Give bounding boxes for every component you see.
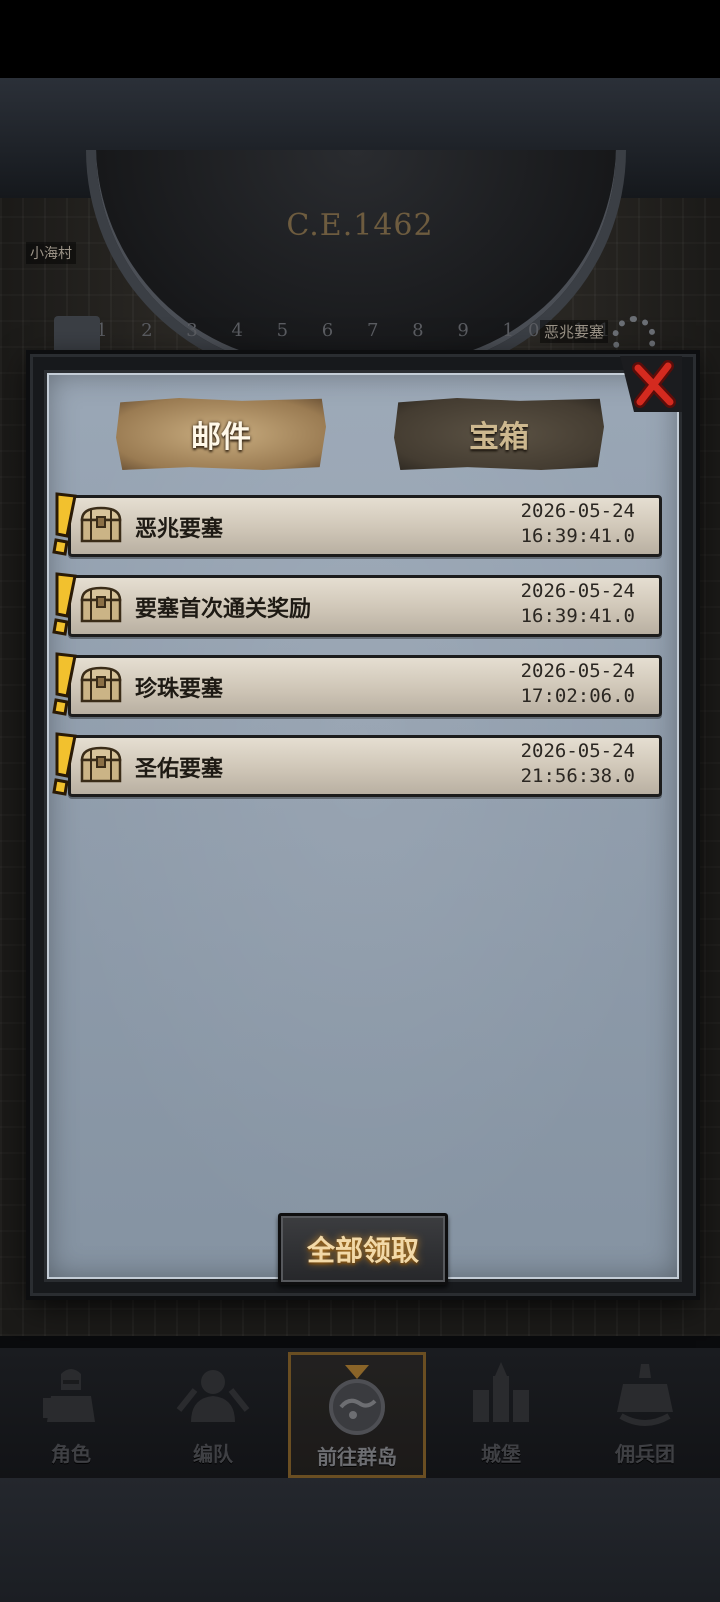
mail-time: 16:39:41.0 <box>520 605 635 627</box>
mail-item[interactable]: 圣佑要塞 2026-05-24 21:56:38.0 <box>52 732 662 797</box>
era-label: C.E.1462 <box>286 208 434 243</box>
hourglass-icon <box>54 316 100 356</box>
close-button[interactable] <box>620 356 682 412</box>
mail-item[interactable]: 珍珠要塞 2026-05-24 17:02:06.0 <box>52 652 662 717</box>
nav-label: 角色 <box>51 1442 91 1466</box>
compass-map-icon <box>329 1365 385 1435</box>
mail-time: 16:39:41.0 <box>520 525 635 547</box>
exclamation-icon <box>52 572 77 636</box>
exclamation-icon <box>52 732 77 796</box>
mail-item[interactable]: 要塞首次通关奖励 2026-05-24 16:39:41.0 <box>52 572 662 637</box>
mail-date: 2026-05-24 <box>520 660 635 682</box>
status-bar <box>0 0 720 78</box>
chest-icon <box>80 586 122 623</box>
nav-label: 城堡 <box>481 1442 521 1466</box>
mail-title: 圣佑要塞 <box>135 757 224 782</box>
nav-item-mercenary[interactable]: 佣兵团 <box>576 1352 714 1478</box>
exclamation-icon <box>52 492 77 556</box>
knight-icon <box>43 1369 95 1422</box>
nav-item-character[interactable]: 角色 <box>2 1352 140 1478</box>
close-icon <box>620 356 682 412</box>
mail-title: 珍珠要塞 <box>135 677 224 702</box>
tab-chest[interactable]: 宝箱 <box>394 398 604 470</box>
claim-all-button[interactable]: 全部领取 <box>278 1213 448 1285</box>
mail-time: 17:02:06.0 <box>520 685 635 707</box>
chest-icon <box>80 506 122 543</box>
nav-item-squad[interactable]: 编队 <box>144 1352 282 1478</box>
mail-item[interactable]: 恶兆要塞 2026-05-24 16:39:41.0 <box>52 492 662 557</box>
tab-mail[interactable]: 邮件 <box>116 398 326 470</box>
mail-date: 2026-05-24 <box>520 500 635 522</box>
chest-icon <box>80 746 122 783</box>
mail-date: 2026-05-24 <box>520 740 635 762</box>
mail-title: 恶兆要塞 <box>135 517 224 542</box>
mail-time: 21:56:38.0 <box>520 765 635 787</box>
nav-label: 前往群岛 <box>317 1445 397 1469</box>
mail-title: 要塞首次通关奖励 <box>135 597 312 622</box>
bottom-band <box>0 1478 720 1602</box>
nav-item-islands[interactable]: 前往群岛 <box>288 1352 426 1478</box>
village-label: 小海村 <box>26 242 76 264</box>
chest-icon <box>80 666 122 703</box>
castle-icon <box>473 1362 529 1422</box>
exclamation-icon <box>52 652 77 716</box>
mercenary-icon <box>617 1364 673 1426</box>
fortress-label: 恶兆要塞 <box>540 320 609 343</box>
nav-label: 佣兵团 <box>615 1442 675 1466</box>
squad-icon <box>176 1370 250 1422</box>
nav-item-castle[interactable]: 城堡 <box>432 1352 570 1478</box>
nav-label: 编队 <box>193 1442 233 1466</box>
mail-date: 2026-05-24 <box>520 580 635 602</box>
